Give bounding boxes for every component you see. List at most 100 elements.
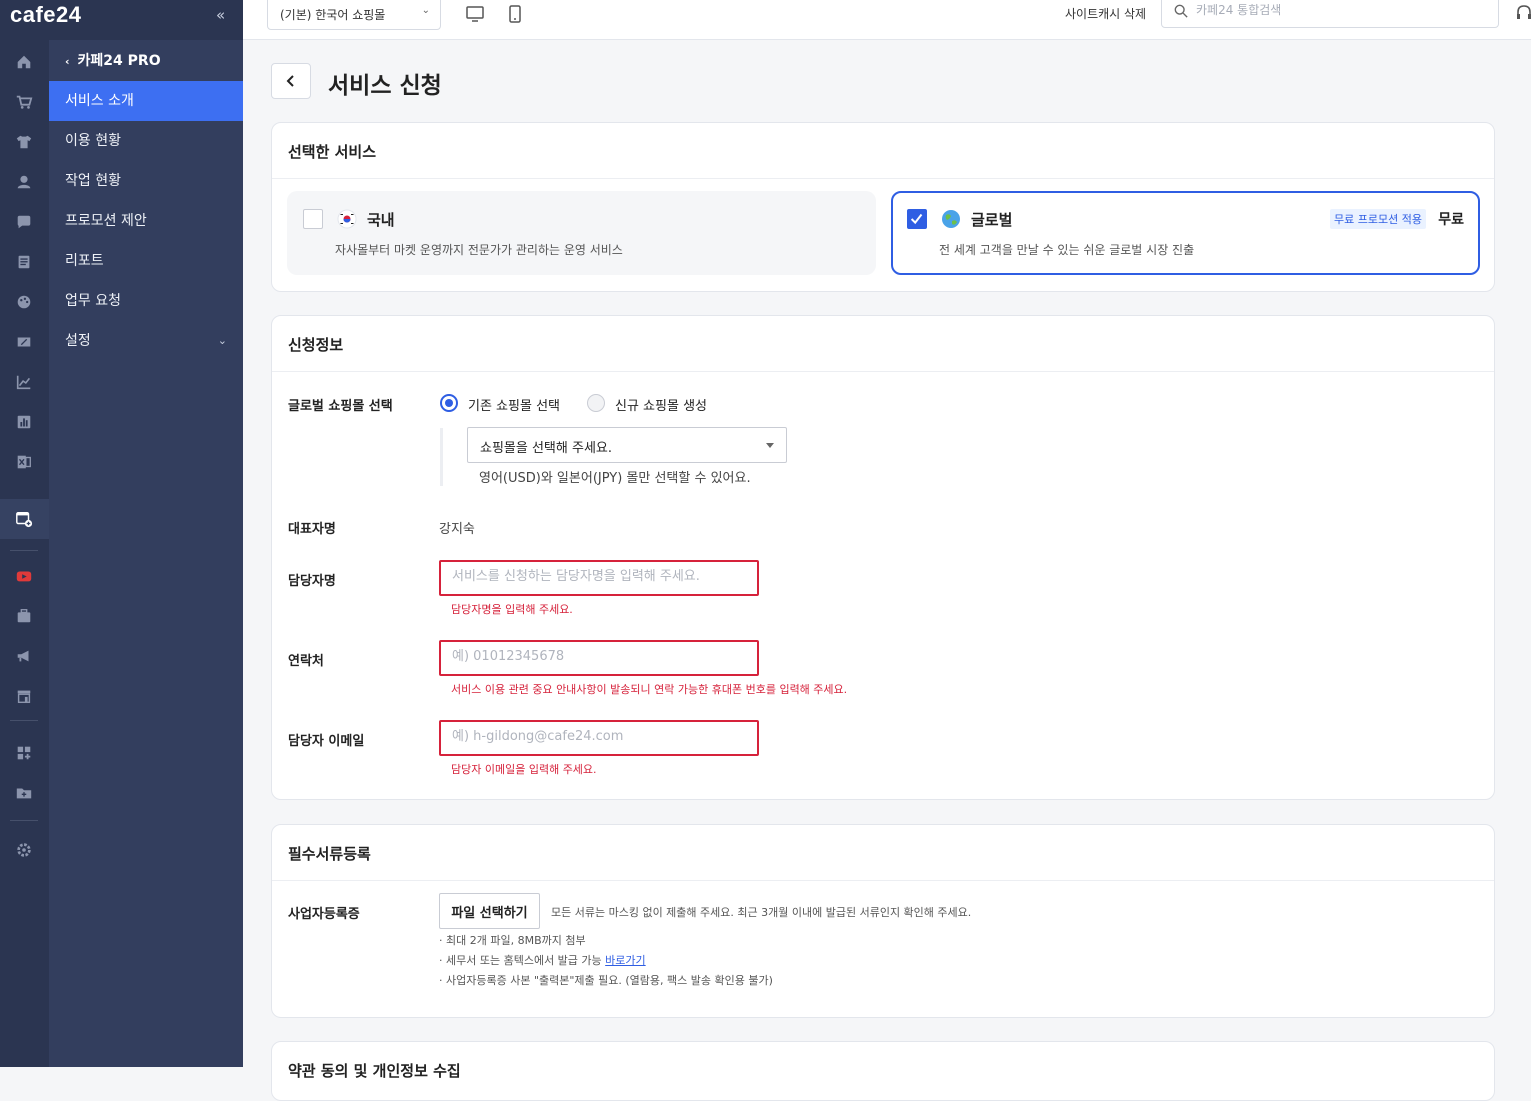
korea-flag-icon	[337, 209, 357, 229]
excel-icon[interactable]	[14, 452, 34, 472]
contact-field[interactable]	[439, 640, 759, 676]
chart-bar-icon[interactable]	[14, 412, 34, 432]
menu-item-work-status[interactable]: 작업 현황	[49, 161, 243, 201]
doc-bullet: · 최대 2개 파일, 8MB까지 첨부	[439, 934, 586, 947]
contact-input[interactable]	[452, 649, 747, 664]
cart-icon[interactable]	[14, 92, 34, 112]
mall-select[interactable]: (기본) 한국어 쇼핑몰 ⌄	[267, 0, 441, 30]
cache-delete-button[interactable]: 사이트캐시 삭제	[1065, 5, 1146, 22]
home-icon[interactable]	[14, 52, 34, 72]
manager-input[interactable]	[452, 569, 747, 584]
apps-add-icon[interactable]	[14, 743, 34, 763]
headset-icon[interactable]	[1516, 4, 1531, 22]
file-note: 모든 서류는 마스킹 없이 제출해 주세요. 최근 3개월 이내에 발급된 서류…	[551, 906, 972, 919]
global-search[interactable]	[1161, 0, 1499, 28]
menu-item-service-intro[interactable]: 서비스 소개	[49, 81, 243, 121]
store-icon[interactable]	[14, 686, 34, 706]
icon-rail	[0, 0, 49, 1067]
promotion-icon[interactable]	[14, 332, 34, 352]
contact-error: 서비스 이용 관련 중요 안내사항이 발송되니 연락 가능한 휴대폰 번호를 입…	[451, 683, 848, 696]
doc-bullet-text: · 세무서 또는 홈텍스에서 발급 가능	[439, 954, 602, 967]
user-icon[interactable]	[14, 172, 34, 192]
briefcase-icon[interactable]	[14, 606, 34, 626]
rail-divider	[10, 550, 38, 551]
service-desc: 자사몰부터 마켓 운영까지 전문가가 관리하는 운영 서비스	[335, 243, 623, 257]
shirt-icon[interactable]	[14, 132, 34, 152]
chat-icon[interactable]	[14, 212, 34, 232]
checkbox-domestic[interactable]	[303, 209, 323, 229]
menu-item-settings-label: 설정	[65, 333, 91, 349]
service-price: 무료	[1438, 212, 1464, 228]
mall-select-value: (기본) 한국어 쇼핑몰	[280, 8, 386, 22]
email-label: 담당자 이메일	[288, 734, 365, 749]
email-field[interactable]	[439, 720, 759, 756]
board-icon[interactable]	[14, 252, 34, 272]
manager-error: 담당자명을 입력해 주세요.	[451, 603, 573, 616]
doc-bullet: · 사업자등록증 사본 "출력본"제출 필요. (열람용, 팩스 발송 확인용 …	[439, 974, 773, 987]
mobile-icon[interactable]	[505, 4, 525, 24]
menu-back-button[interactable]: ‹ 카페24 PRO	[49, 45, 243, 77]
back-button[interactable]	[271, 63, 311, 99]
gear-icon[interactable]	[14, 840, 34, 860]
section-title: 선택한 서비스	[288, 143, 377, 161]
megaphone-icon[interactable]	[14, 646, 34, 666]
chart-line-icon[interactable]	[14, 372, 34, 392]
manager-field[interactable]	[439, 560, 759, 596]
palette-icon[interactable]	[14, 292, 34, 312]
business-reg-label: 사업자등록증	[288, 907, 360, 922]
file-select-button[interactable]: 파일 선택하기	[439, 893, 540, 929]
global-mall-label: 글로벌 쇼핑몰 선택	[288, 399, 393, 414]
terms-card: 약관 동의 및 개인정보 수집	[271, 1041, 1495, 1101]
folder-add-icon[interactable]	[14, 783, 34, 803]
youtube-icon[interactable]	[14, 566, 34, 586]
cafe24-logo[interactable]: cafe24	[10, 2, 82, 28]
radio-existing-mall[interactable]	[440, 394, 458, 412]
manager-label: 담당자명	[288, 574, 336, 589]
double-chevron-left-icon[interactable]: «	[216, 6, 225, 24]
radio-existing-label[interactable]: 기존 쇼핑몰 선택	[468, 395, 560, 414]
menu-item-usage[interactable]: 이용 현황	[49, 121, 243, 161]
shop-select-value: 쇼핑몰을 선택해 주세요.	[480, 441, 612, 456]
desktop-icon[interactable]	[465, 4, 485, 24]
section-title: 신청정보	[288, 336, 344, 354]
representative-label: 대표자명	[288, 522, 336, 537]
menu-item-promotion[interactable]: 프로모션 제안	[49, 201, 243, 241]
application-info-card: 신청정보 글로벌 쇼핑몰 선택 기존 쇼핑몰 선택 신규 쇼핑몰 생성 쇼핑몰을…	[271, 315, 1495, 800]
divider	[272, 880, 1494, 881]
representative-value: 강지숙	[439, 522, 475, 537]
caret-down-icon	[766, 443, 774, 448]
shop-select[interactable]: 쇼핑몰을 선택해 주세요.	[467, 427, 787, 463]
chevron-left-icon	[286, 75, 294, 87]
service-name: 글로벌	[971, 211, 1013, 229]
radio-new-label[interactable]: 신규 쇼핑몰 생성	[615, 395, 707, 414]
divider	[272, 178, 1494, 179]
email-input[interactable]	[452, 729, 747, 744]
chevron-left-icon: ‹	[65, 55, 70, 68]
section-title: 필수서류등록	[288, 845, 371, 863]
service-option-global[interactable]: 글로벌 무료 프로모션 적용 무료 전 세계 고객을 만날 수 있는 쉬운 글로…	[891, 191, 1480, 275]
section-title: 약관 동의 및 개인정보 수집	[288, 1062, 461, 1080]
service-name: 국내	[367, 211, 395, 229]
rail-divider	[10, 720, 38, 721]
service-add-icon[interactable]	[14, 509, 34, 529]
menu-back-label: 카페24 PRO	[77, 53, 161, 69]
checkbox-global[interactable]	[907, 209, 927, 229]
search-input[interactable]	[1196, 3, 1486, 17]
menu-item-settings[interactable]: 설정 ⌄	[49, 321, 243, 361]
divider	[272, 371, 1494, 372]
search-icon	[1174, 4, 1188, 18]
chevron-down-icon: ⌄	[421, 5, 430, 16]
mall-note: 영어(USD)와 일본어(JPY) 몰만 선택할 수 있어요.	[479, 471, 751, 486]
logo-bar: cafe24 «	[0, 0, 243, 40]
menu-item-report[interactable]: 리포트	[49, 241, 243, 281]
email-error: 담당자 이메일을 입력해 주세요.	[451, 763, 597, 776]
service-option-domestic[interactable]: 국내 자사몰부터 마켓 운영까지 전문가가 관리하는 운영 서비스	[287, 191, 876, 275]
page-title: 서비스 신청	[328, 73, 442, 99]
selected-service-card: 선택한 서비스 국내 자사몰부터 마켓 운영까지 전문가가 관리하는 운영 서비…	[271, 122, 1495, 292]
doc-bullet: · 세무서 또는 홈텍스에서 발급 가능 바로가기	[439, 952, 646, 968]
menu-item-work-request[interactable]: 업무 요청	[49, 281, 243, 321]
globe-icon	[942, 210, 960, 228]
shortcut-link[interactable]: 바로가기	[605, 954, 645, 967]
top-bar: (기본) 한국어 쇼핑몰 ⌄ 사이트캐시 삭제	[243, 0, 1531, 40]
radio-new-mall[interactable]	[587, 394, 605, 412]
